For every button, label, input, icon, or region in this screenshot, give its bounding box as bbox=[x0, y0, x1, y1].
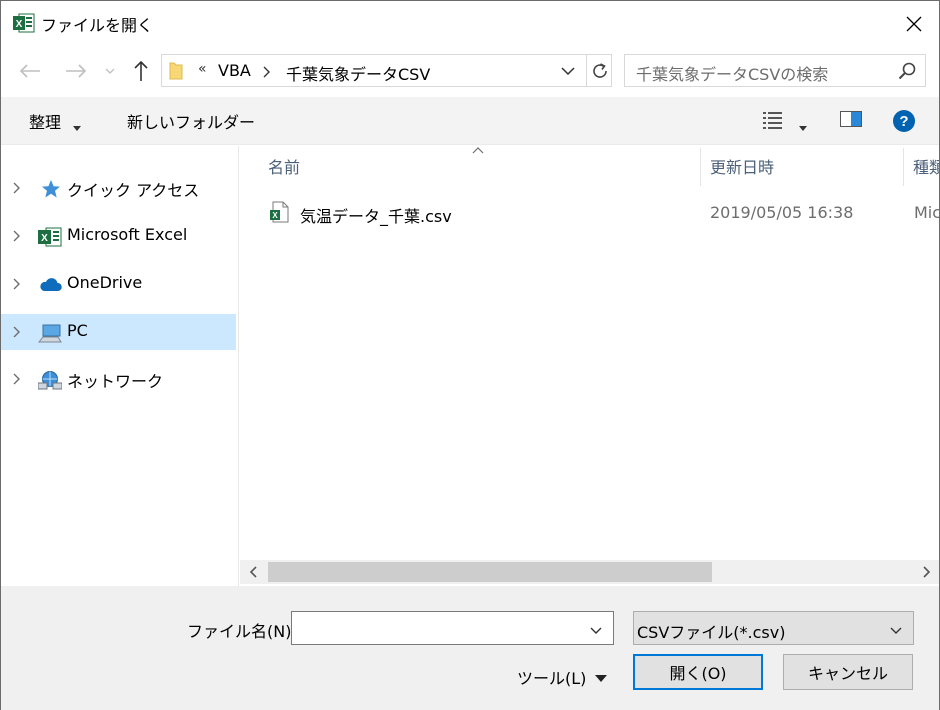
expand-chevron-icon[interactable] bbox=[12, 228, 26, 244]
file-type-filter-value: CSVファイル(*.csv) bbox=[637, 623, 786, 642]
column-header-name[interactable]: 名前 bbox=[268, 146, 698, 186]
expand-chevron-icon[interactable] bbox=[12, 180, 26, 196]
refresh-button[interactable] bbox=[586, 55, 612, 86]
address-overflow[interactable]: « bbox=[198, 61, 207, 77]
nav-item-quick-access[interactable]: クイック アクセス bbox=[1, 170, 236, 206]
nav-item-label: Microsoft Excel bbox=[67, 225, 188, 244]
view-dropdown-icon[interactable] bbox=[799, 117, 807, 135]
column-header-date[interactable]: 更新日時 bbox=[710, 146, 900, 186]
file-type-filter[interactable]: CSVファイル(*.csv) bbox=[633, 611, 914, 645]
scrollbar-thumb[interactable] bbox=[268, 562, 712, 582]
cloud-icon bbox=[38, 274, 62, 296]
column-header-label: 更新日時 bbox=[710, 158, 775, 177]
recent-locations-button[interactable] bbox=[101, 63, 119, 79]
column-header-label: 種類 bbox=[913, 158, 939, 177]
column-divider[interactable] bbox=[700, 148, 701, 186]
breadcrumb-vba[interactable]: VBA bbox=[218, 61, 251, 80]
chevron-down-icon[interactable] bbox=[890, 621, 902, 639]
address-history-button[interactable] bbox=[556, 59, 580, 83]
column-header-type[interactable]: 種類 bbox=[913, 146, 939, 186]
open-button[interactable]: 開く(O) bbox=[633, 654, 763, 690]
file-name: 気温データ_千葉.csv bbox=[300, 207, 452, 226]
computer-icon bbox=[37, 322, 62, 344]
expand-chevron-icon[interactable] bbox=[12, 276, 26, 292]
address-bar[interactable]: « VBA 千葉気象データCSV bbox=[161, 54, 612, 87]
svg-text:X: X bbox=[16, 19, 23, 30]
file-row[interactable]: X 気温データ_千葉.csv 2019/05/05 16:38 Mic bbox=[262, 198, 939, 228]
arrow-right-icon bbox=[66, 64, 87, 78]
tools-button[interactable]: ツール(L) bbox=[517, 665, 586, 689]
view-options-icon[interactable] bbox=[761, 109, 785, 131]
star-icon bbox=[38, 178, 62, 200]
file-name-label: ファイル名(N): bbox=[187, 622, 297, 641]
forward-button[interactable] bbox=[63, 59, 89, 83]
chevron-down-icon bbox=[561, 67, 575, 75]
search-input[interactable]: 千葉気象データCSVの検索 bbox=[636, 61, 828, 85]
window-title: ファイルを開く bbox=[41, 16, 154, 35]
tools-dropdown-icon[interactable] bbox=[595, 669, 607, 687]
file-open-dialog: X ファイルを開く « VBA 千葉気象データCSV 千葉気象データCSVの検索… bbox=[0, 0, 940, 710]
nav-item-label: OneDrive bbox=[67, 273, 143, 292]
preview-pane-icon[interactable] bbox=[839, 109, 863, 129]
chevron-down-icon[interactable] bbox=[590, 621, 602, 639]
nav-item-label: クイック アクセス bbox=[67, 181, 200, 200]
dropdown-arrow-icon[interactable] bbox=[73, 117, 81, 135]
nav-item-label: ネットワーク bbox=[67, 372, 164, 391]
nav-item-network[interactable]: ネットワーク bbox=[1, 361, 236, 397]
refresh-icon bbox=[592, 62, 607, 78]
nav-item-label: PC bbox=[67, 321, 88, 340]
file-list[interactable]: 名前 更新日時 種類 X 気温データ_千葉.csv 2019/05/05 16:… bbox=[240, 146, 939, 560]
help-icon[interactable]: ? bbox=[892, 109, 916, 137]
file-type: Mic bbox=[914, 203, 939, 222]
scroll-left-icon[interactable] bbox=[246, 564, 262, 580]
file-date: 2019/05/05 16:38 bbox=[710, 203, 854, 222]
scroll-right-icon[interactable] bbox=[918, 564, 934, 580]
bottom-panel bbox=[1, 586, 939, 710]
breadcrumb-current[interactable]: 千葉気象データCSV bbox=[286, 61, 430, 85]
column-divider[interactable] bbox=[903, 148, 904, 186]
nav-item-onedrive[interactable]: OneDrive bbox=[1, 266, 236, 302]
breadcrumb-separator-icon[interactable] bbox=[262, 61, 272, 85]
navigation-pane: クイック アクセス X Microsoft Excel OneDrive PC … bbox=[1, 146, 239, 586]
search-icon[interactable] bbox=[897, 61, 917, 81]
close-button[interactable] bbox=[891, 7, 937, 41]
excel-icon: X bbox=[38, 226, 62, 248]
column-header-label: 名前 bbox=[268, 158, 301, 177]
excel-icon: X bbox=[13, 13, 35, 33]
expand-chevron-icon[interactable] bbox=[12, 371, 26, 387]
nav-item-microsoft-excel[interactable]: X Microsoft Excel bbox=[1, 218, 236, 254]
folder-icon bbox=[169, 62, 183, 80]
svg-text:X: X bbox=[272, 211, 278, 220]
horizontal-scrollbar[interactable] bbox=[240, 560, 939, 584]
arrow-up-icon bbox=[134, 60, 148, 81]
network-icon bbox=[37, 369, 63, 391]
search-box[interactable]: 千葉気象データCSVの検索 bbox=[624, 54, 926, 87]
new-folder-button[interactable]: 新しいフォルダー bbox=[127, 109, 255, 133]
cancel-button[interactable]: キャンセル bbox=[783, 654, 913, 690]
up-button[interactable] bbox=[129, 58, 153, 84]
organize-button[interactable]: 整理 bbox=[29, 109, 61, 133]
file-name-input[interactable] bbox=[291, 611, 614, 645]
nav-item-pc[interactable]: PC bbox=[1, 314, 236, 350]
back-button[interactable] bbox=[17, 59, 43, 83]
close-icon bbox=[906, 16, 922, 32]
svg-text:X: X bbox=[41, 233, 48, 244]
expand-chevron-icon[interactable] bbox=[12, 324, 26, 340]
arrow-left-icon bbox=[19, 64, 40, 78]
chevron-down-icon bbox=[105, 68, 115, 74]
command-bar: 整理 新しいフォルダー bbox=[1, 97, 939, 145]
svg-text:?: ? bbox=[899, 113, 908, 130]
excel-csv-icon: X bbox=[270, 201, 290, 223]
